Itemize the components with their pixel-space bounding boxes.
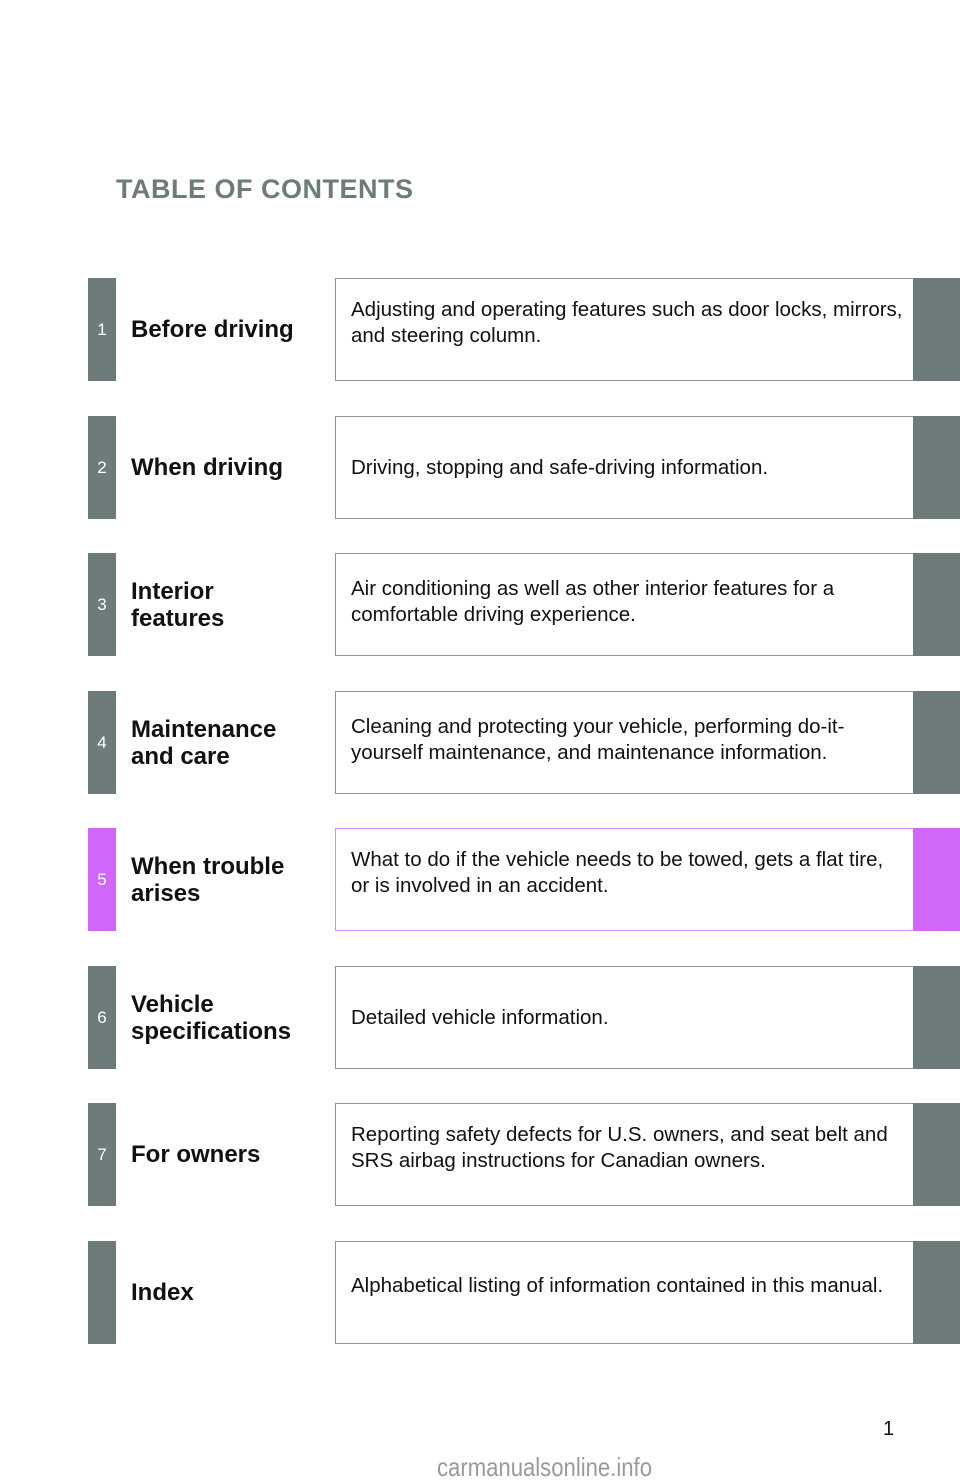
section-tab-right[interactable] xyxy=(913,1241,960,1344)
section-description-box: What to do if the vehicle needs to be to… xyxy=(335,828,913,931)
section-description-box: Alphabetical listing of information cont… xyxy=(335,1241,913,1344)
section-tab-right[interactable] xyxy=(913,691,960,794)
toc-row-1[interactable]: 1 Before driving Adjusting and operating… xyxy=(0,278,960,381)
section-description-box: Driving, stopping and safe-driving infor… xyxy=(335,416,913,519)
section-description-box: Air conditioning as well as other interi… xyxy=(335,553,913,656)
section-description: What to do if the vehicle needs to be to… xyxy=(351,847,884,897)
section-tab-left: 3 xyxy=(88,553,116,656)
section-description: Alphabetical listing of information cont… xyxy=(351,1273,884,1297)
section-tab-left xyxy=(88,1241,116,1344)
section-tab-right[interactable] xyxy=(913,553,960,656)
toc-row-4[interactable]: 4 Maintenance and care Cleaning and prot… xyxy=(0,691,960,794)
section-tab-left: 4 xyxy=(88,691,116,794)
section-description: Reporting safety defects for U.S. owners… xyxy=(351,1122,888,1172)
section-tab-left: 2 xyxy=(88,416,116,519)
section-title[interactable]: When trouble arises xyxy=(131,828,311,931)
toc-row-6[interactable]: 6 Vehicle specifications Detailed vehicl… xyxy=(0,966,960,1069)
section-tab-right[interactable] xyxy=(913,966,960,1069)
section-number: 7 xyxy=(97,1144,107,1164)
section-tab-right[interactable] xyxy=(913,278,960,381)
section-description: Cleaning and protecting your vehicle, pe… xyxy=(351,714,845,764)
section-tab-left: 6 xyxy=(88,966,116,1069)
page-title: TABLE OF CONTENTS xyxy=(116,174,414,204)
page-number: 1 xyxy=(883,1418,895,1440)
section-title[interactable]: Vehicle specifications xyxy=(131,966,316,1069)
section-description-box: Adjusting and operating features such as… xyxy=(335,278,913,381)
section-title[interactable]: Maintenance and care xyxy=(131,691,301,794)
section-number: 5 xyxy=(97,869,107,889)
section-title[interactable]: Before driving xyxy=(131,278,326,381)
section-description: Air conditioning as well as other interi… xyxy=(351,576,835,626)
section-description-box: Cleaning and protecting your vehicle, pe… xyxy=(335,691,913,794)
toc-row-5[interactable]: 5 When trouble arises What to do if the … xyxy=(0,828,960,931)
watermark: carmanualsonline.info xyxy=(437,1452,652,1482)
section-description: Driving, stopping and safe-driving infor… xyxy=(351,455,769,479)
section-title[interactable]: Interior features xyxy=(131,553,251,656)
toc-row-2[interactable]: 2 When driving Driving, stopping and saf… xyxy=(0,416,960,519)
section-tab-right[interactable] xyxy=(913,828,960,931)
section-title[interactable]: Index xyxy=(131,1241,326,1344)
section-number: 2 xyxy=(97,457,107,477)
section-title[interactable]: When driving xyxy=(131,416,326,519)
section-title[interactable]: For owners xyxy=(131,1103,326,1206)
section-tab-right[interactable] xyxy=(913,416,960,519)
section-description-box: Detailed vehicle information. xyxy=(335,966,913,1069)
section-description: Detailed vehicle information. xyxy=(351,1005,609,1029)
section-number xyxy=(88,1241,116,1344)
section-number: 1 xyxy=(97,319,107,339)
section-description-box: Reporting safety defects for U.S. owners… xyxy=(335,1103,913,1206)
section-tab-left: 1 xyxy=(88,278,116,381)
section-number: 4 xyxy=(97,732,107,752)
toc-row-3[interactable]: 3 Interior features Air conditioning as … xyxy=(0,553,960,656)
section-number: 3 xyxy=(97,594,107,614)
section-number: 6 xyxy=(97,1007,107,1027)
section-description: Adjusting and operating features such as… xyxy=(351,297,903,347)
toc-row-7[interactable]: 7 For owners Reporting safety defects fo… xyxy=(0,1103,960,1206)
section-tab-left: 7 xyxy=(88,1103,116,1206)
toc-row-index[interactable]: Index Alphabetical listing of informatio… xyxy=(0,1241,960,1344)
section-tab-right[interactable] xyxy=(913,1103,960,1206)
section-tab-left: 5 xyxy=(88,828,116,931)
